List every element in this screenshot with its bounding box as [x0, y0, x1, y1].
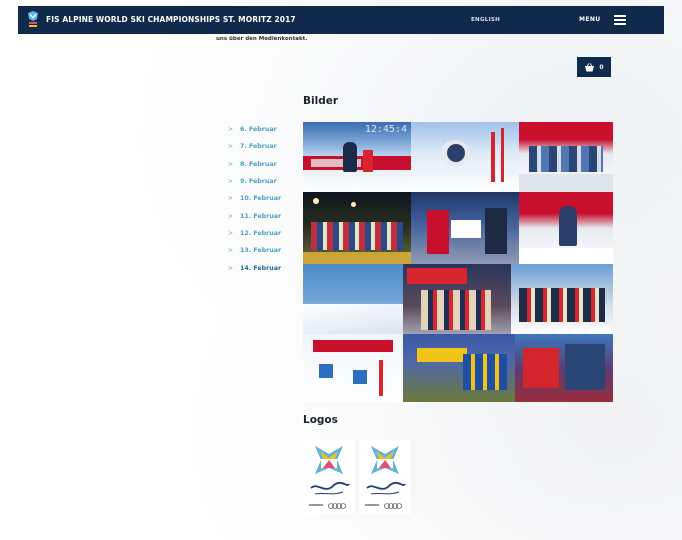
photo-skier-red-gates[interactable]: 12:45:4: [303, 122, 411, 192]
date-link-7[interactable]: >7. Februar: [228, 138, 298, 155]
date-link-13[interactable]: >13. Februar: [228, 242, 298, 259]
chevron-right-icon: >: [228, 178, 234, 186]
photo-swedish-fans[interactable]: [403, 334, 515, 402]
cart-count: 0: [599, 63, 604, 71]
clock-overlay: 12:45:4: [364, 124, 407, 135]
menu-label[interactable]: MENU: [579, 16, 601, 23]
image-gallery: 12:45:4: [303, 122, 613, 402]
photo-night-ceremony[interactable]: [303, 192, 411, 264]
hamburger-menu-icon[interactable]: [614, 15, 626, 25]
chevron-right-icon: >: [228, 212, 234, 220]
championship-emblem-icon: [359, 440, 411, 514]
date-link-9[interactable]: >9. Februar: [228, 173, 298, 190]
photo-podium-crowd[interactable]: [519, 122, 613, 192]
championship-logo-download-1[interactable]: [303, 440, 355, 514]
date-link-11[interactable]: >11. Februar: [228, 207, 298, 224]
logos-heading: Logos: [303, 414, 338, 426]
images-heading: Bilder: [303, 95, 339, 107]
date-link-8[interactable]: >8. Februar: [228, 156, 298, 173]
photo-athletes-sign[interactable]: [411, 192, 519, 264]
top-navigation-bar: FIS ALPINE WORLD SKI CHAMPIONSHIPS ST. M…: [18, 6, 664, 34]
photo-fans-sport[interactable]: [403, 264, 511, 334]
site-title[interactable]: FIS ALPINE WORLD SKI CHAMPIONSHIPS ST. M…: [46, 15, 296, 24]
photo-team-group[interactable]: [511, 264, 613, 334]
chevron-right-icon: >: [228, 143, 234, 151]
date-link-14-active[interactable]: >14. Februar: [228, 259, 298, 276]
chevron-right-icon: >: [228, 264, 234, 272]
photo-slalom-course[interactable]: [303, 334, 403, 402]
chevron-right-icon: >: [228, 160, 234, 168]
championship-logo-icon[interactable]: [26, 10, 40, 29]
logos-list: [303, 440, 411, 514]
championship-logo-download-2[interactable]: [359, 440, 411, 514]
basket-icon: [585, 62, 595, 71]
photo-finish-area[interactable]: [519, 192, 613, 264]
intro-text: uns über den Medienkontakt.: [216, 36, 308, 42]
date-link-12[interactable]: >12. Februar: [228, 225, 298, 242]
photo-snow-slope[interactable]: [303, 264, 403, 334]
photo-giant-slalom-skier[interactable]: [411, 122, 519, 192]
photo-fans-flags[interactable]: [515, 334, 613, 402]
language-switch-link[interactable]: ENGLISH: [471, 17, 500, 23]
date-navigation: >6. Februar >7. Februar >8. Februar >9. …: [228, 121, 298, 277]
chevron-right-icon: >: [228, 126, 234, 134]
chevron-right-icon: >: [228, 229, 234, 237]
cart-button[interactable]: 0: [577, 57, 611, 77]
date-link-10[interactable]: >10. Februar: [228, 190, 298, 207]
date-link-6[interactable]: >6. Februar: [228, 121, 298, 138]
championship-emblem-icon: [303, 440, 355, 514]
chevron-right-icon: >: [228, 247, 234, 255]
chevron-right-icon: >: [228, 195, 234, 203]
